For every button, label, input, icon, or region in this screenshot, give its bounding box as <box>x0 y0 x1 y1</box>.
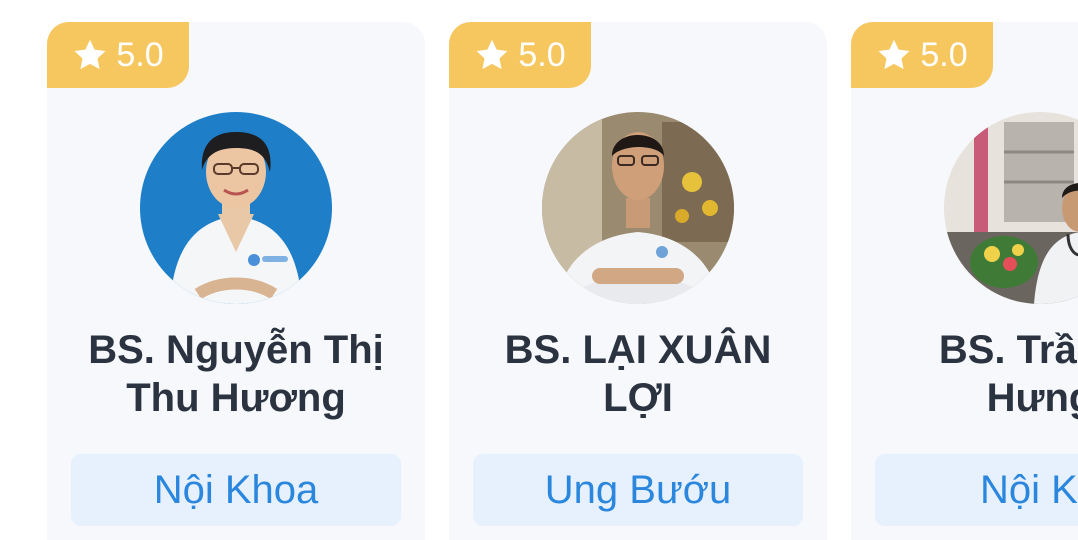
doctor-avatar[interactable] <box>944 112 1078 304</box>
doctor-carousel[interactable]: 5.0 BS. Nguyễn Thị Thu Hương Nội Khoa 5.… <box>0 0 1078 540</box>
star-icon <box>72 37 108 73</box>
star-icon <box>876 37 912 73</box>
specialty-tag[interactable]: Nội Khoa <box>71 454 401 526</box>
rating-badge: 5.0 <box>851 22 993 88</box>
specialty-tag[interactable]: Ung Bướu <box>473 454 803 526</box>
doctor-card[interactable]: 5.0 BS. Trần C Hưng <box>851 22 1078 540</box>
doctor-photo <box>140 112 332 304</box>
rating-badge: 5.0 <box>449 22 591 88</box>
doctor-name: BS. Nguyễn Thị Thu Hương <box>88 328 384 420</box>
rating-value: 5.0 <box>920 36 968 74</box>
doctor-card[interactable]: 5.0 BS. Nguyễn Thị Thu Hương Nội Khoa <box>47 22 425 540</box>
doctor-name: BS. Trần C Hưng <box>938 328 1078 420</box>
star-icon <box>474 37 510 73</box>
doctor-card[interactable]: 5.0 BS. LẠI XUÂN LỢI Ung Bướu <box>449 22 827 540</box>
doctor-avatar[interactable] <box>140 112 332 304</box>
rating-badge: 5.0 <box>47 22 189 88</box>
rating-value: 5.0 <box>116 36 164 74</box>
doctor-photo <box>944 112 1078 304</box>
doctor-name: BS. LẠI XUÂN LỢI <box>504 328 772 420</box>
rating-value: 5.0 <box>518 36 566 74</box>
doctor-avatar[interactable] <box>542 112 734 304</box>
specialty-tag[interactable]: Nội Kh <box>875 454 1078 526</box>
doctor-photo <box>542 112 734 304</box>
